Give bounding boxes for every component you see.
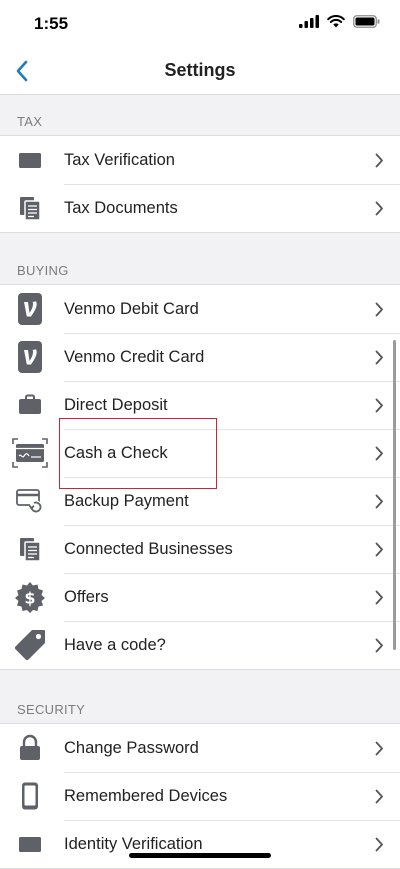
settings-item-label: Change Password bbox=[64, 738, 199, 757]
settings-item-tax-verification[interactable]: Tax Verification bbox=[0, 136, 400, 184]
chevron-right-icon bbox=[375, 837, 383, 852]
settings-item-identity-verification[interactable]: Identity Verification bbox=[0, 820, 400, 868]
status-time: 1:55 bbox=[34, 14, 69, 33]
chevron-right-icon bbox=[375, 590, 383, 605]
venmo-icon bbox=[18, 293, 42, 325]
page-title: Settings bbox=[164, 60, 236, 80]
cellular-signal-icon bbox=[299, 15, 319, 28]
settings-item-label: Have a code? bbox=[64, 636, 166, 654]
check-scan-icon bbox=[12, 438, 48, 468]
settings-item-have-a-code[interactable]: Have a code? bbox=[0, 621, 400, 669]
dollar-badge-icon: $ bbox=[15, 582, 45, 613]
status-icons bbox=[299, 15, 380, 28]
settings-item-label: Venmo Credit Card bbox=[64, 348, 205, 366]
section-header-security: SECURITY bbox=[17, 702, 86, 717]
svg-text:$: $ bbox=[24, 589, 35, 608]
scroll-indicator[interactable] bbox=[393, 340, 396, 650]
settings-item-label: Identity Verification bbox=[64, 835, 203, 853]
chevron-right-icon bbox=[375, 350, 383, 365]
tag-icon bbox=[14, 630, 45, 661]
chevron-right-icon bbox=[375, 638, 383, 653]
venmo-icon bbox=[18, 341, 42, 373]
settings-item-label: Tax Documents bbox=[64, 199, 178, 217]
card-icon bbox=[19, 837, 41, 852]
settings-item-label: Remembered Devices bbox=[64, 787, 228, 805]
card-icon bbox=[19, 153, 41, 168]
wifi-icon bbox=[327, 15, 345, 28]
settings-item-venmo-debit-card[interactable]: Venmo Debit Card bbox=[0, 285, 400, 333]
settings-item-change-password[interactable]: Change Password bbox=[0, 724, 400, 772]
settings-group-tax: Tax Verification Tax Documents bbox=[0, 135, 400, 233]
settings-item-direct-deposit[interactable]: Direct Deposit bbox=[0, 381, 400, 429]
nav-bar: Settings bbox=[0, 48, 400, 95]
chevron-right-icon bbox=[375, 398, 383, 413]
chevron-right-icon bbox=[375, 302, 383, 316]
settings-item-offers[interactable]: $ Offers bbox=[0, 573, 400, 621]
settings-group-buying: Venmo Debit Card Venmo Credit Card Direc… bbox=[0, 284, 400, 670]
backup-card-icon bbox=[16, 489, 43, 514]
settings-item-label: Connected Businesses bbox=[64, 540, 233, 558]
chevron-right-icon bbox=[375, 201, 383, 216]
section-header-buying: BUYING bbox=[17, 263, 69, 278]
chevron-right-icon bbox=[375, 446, 383, 461]
settings-item-label: Tax Verification bbox=[64, 150, 175, 169]
chevron-right-icon bbox=[375, 789, 383, 804]
settings-item-connected-businesses[interactable]: Connected Businesses bbox=[0, 525, 400, 573]
settings-item-label: Direct Deposit bbox=[64, 396, 168, 414]
battery-icon bbox=[353, 15, 380, 28]
settings-item-label: Offers bbox=[64, 588, 109, 606]
section-header-tax: TAX bbox=[17, 114, 43, 129]
settings-group-security: Change Password Remembered Devices Ident… bbox=[0, 723, 400, 869]
home-indicator bbox=[129, 853, 271, 858]
settings-item-label: Venmo Debit Card bbox=[64, 299, 199, 318]
chevron-right-icon bbox=[375, 741, 383, 755]
settings-item-tax-documents[interactable]: Tax Documents bbox=[0, 184, 400, 232]
status-bar: 1:55 bbox=[0, 0, 400, 48]
settings-item-backup-payment[interactable]: Backup Payment bbox=[0, 477, 400, 525]
settings-item-cash-a-check[interactable]: Cash a Check bbox=[0, 429, 400, 477]
settings-item-remembered-devices[interactable]: Remembered Devices bbox=[0, 772, 400, 820]
settings-item-label: Backup Payment bbox=[64, 492, 189, 510]
lock-icon bbox=[20, 734, 40, 760]
chevron-right-icon bbox=[375, 494, 383, 509]
briefcase-icon bbox=[19, 394, 41, 414]
phone-icon bbox=[22, 782, 38, 810]
chevron-right-icon bbox=[375, 542, 383, 557]
settings-item-venmo-credit-card[interactable]: Venmo Credit Card bbox=[0, 333, 400, 381]
chevron-right-icon bbox=[375, 153, 383, 167]
documents-icon bbox=[20, 538, 41, 562]
settings-item-label: Cash a Check bbox=[64, 444, 168, 462]
documents-icon bbox=[20, 197, 41, 221]
